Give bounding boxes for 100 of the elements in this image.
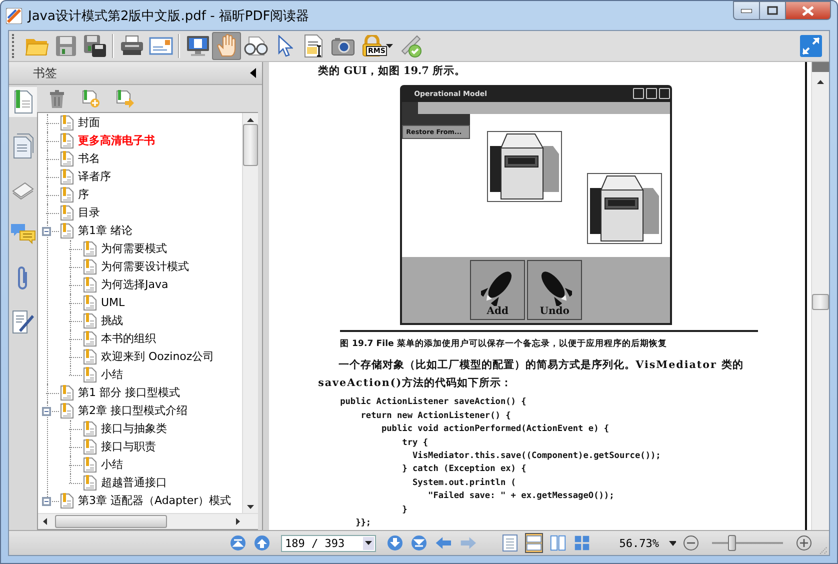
collapse-toggle-icon[interactable] — [42, 407, 51, 416]
bookmark-item[interactable]: 序 — [78, 186, 89, 204]
bookmark-icon — [83, 241, 97, 258]
first-button[interactable] — [229, 533, 247, 554]
bookmark-icon — [60, 205, 74, 222]
first-page-icon — [230, 535, 246, 552]
text-document-icon — [302, 34, 324, 58]
code-line: public ActionListener saveAction() { — [340, 396, 528, 410]
figure-button-label: Add — [486, 306, 508, 318]
vertical-scrollbar[interactable] — [242, 113, 258, 514]
maximize-icon — [767, 6, 778, 15]
bookmark-icon — [60, 493, 74, 510]
scrollbar-thumb[interactable] — [812, 294, 830, 310]
scrollbar-thumb[interactable] — [243, 124, 258, 166]
close-button[interactable] — [786, 1, 831, 20]
panel-title: 书签 — [33, 64, 58, 82]
bookmark-item[interactable]: 小结 — [101, 366, 123, 384]
dropdown-caret-icon[interactable] — [386, 44, 396, 48]
horizontal-scrollbar[interactable] — [38, 513, 258, 530]
bookmark-icon — [60, 133, 74, 150]
bookmark-icon — [60, 115, 74, 132]
bookmark-item[interactable]: 接口与职责 — [101, 438, 156, 456]
collapse-toggle-icon[interactable] — [42, 497, 51, 506]
bookmark-item[interactable]: 本书的组织 — [101, 330, 156, 348]
collapse-toggle-icon[interactable] — [42, 227, 51, 236]
bookmark-item[interactable]: 更多高清电子书 — [78, 132, 155, 150]
single-page-icon — [502, 534, 518, 552]
facing-view-button[interactable] — [549, 533, 568, 554]
bookmark-item[interactable]: 第3章 适配器（Adapter）模式 — [78, 492, 232, 510]
page-number-field[interactable]: 189 / 393 — [281, 534, 376, 552]
arrow-left-icon — [434, 535, 452, 552]
bookmark-item[interactable]: UML — [101, 294, 125, 312]
minimize-button[interactable] — [733, 1, 760, 20]
next-button[interactable] — [386, 533, 404, 554]
figure-button-label: Undo — [540, 306, 570, 318]
vertical-scrollbar[interactable] — [811, 62, 830, 530]
bookmark-item[interactable]: 为何需要设计模式 — [101, 258, 189, 276]
bookmarks-panel-tab[interactable] — [9, 87, 37, 118]
single-view-button[interactable] — [501, 533, 520, 554]
scroll-up-arrow-icon[interactable] — [817, 80, 824, 84]
window-title: Java设计模式第2版中文版.pdf - 福昕PDF阅读器 — [28, 8, 310, 24]
bookmark-item[interactable]: 译者序 — [78, 168, 111, 186]
app-logo-icon — [6, 8, 22, 24]
bookmark-item[interactable]: 第2章 接口型模式介绍 — [78, 402, 188, 420]
zoom-in-button[interactable] — [794, 533, 813, 554]
bookmark-item[interactable]: 为何需要模式 — [101, 240, 167, 258]
collapse-panel-icon[interactable] — [250, 68, 256, 78]
prev-button[interactable] — [253, 533, 271, 554]
expand-icon — [800, 35, 822, 58]
bookmark-item[interactable]: 第1 部分 接口型模式 — [78, 384, 180, 402]
code-line: VisMediator.this.save((Component)e.getSource()); — [411, 450, 662, 464]
bookmark-icon — [83, 457, 97, 474]
pages-icon — [12, 133, 34, 160]
bookmark-icon — [83, 295, 97, 312]
zoom-out-button[interactable] — [682, 533, 700, 554]
bookmark-icon — [83, 331, 97, 348]
code-line: } — [401, 504, 408, 517]
bookmark-icon — [83, 313, 97, 330]
hand-tool-button[interactable] — [212, 32, 241, 60]
bookmark-item[interactable]: 书名 — [78, 150, 100, 168]
continuous-pages-icon — [526, 534, 542, 552]
bookmark-item[interactable]: 欢迎来到 Oozinoz公司 — [101, 348, 214, 366]
code-line: }}; — [354, 517, 372, 530]
bookmark-item[interactable]: 目录 — [78, 204, 100, 222]
bookmark-item[interactable]: 小结 — [101, 456, 123, 474]
scroll-left-arrow-icon[interactable] — [43, 518, 47, 526]
bookmark-item[interactable]: 超越普通接口 — [101, 474, 167, 492]
bookmark-item[interactable]: 封面 — [78, 114, 100, 132]
monitor-icon — [186, 35, 210, 58]
maximize-button[interactable] — [760, 1, 786, 20]
bookmark-item[interactable]: 第1章 绪论 — [78, 222, 132, 240]
last-button[interactable] — [410, 533, 428, 554]
facing-pages-icon — [550, 534, 566, 552]
scrollbar-thumb[interactable] — [55, 515, 167, 528]
bookmark-item[interactable]: 接口与抽象类 — [101, 420, 167, 438]
arrow-up-icon — [254, 535, 270, 552]
bookmark-item[interactable]: 挑战 — [101, 312, 123, 330]
scroll-down-arrow-icon[interactable] — [247, 505, 254, 510]
envelope-icon — [148, 36, 172, 56]
scroll-right-arrow-icon[interactable] — [236, 518, 240, 526]
bookmark-icon — [83, 349, 97, 366]
bookmark-icon — [60, 151, 74, 168]
bookmark-icon — [60, 169, 74, 186]
bookmark-icon — [83, 475, 97, 492]
zoom-slider-thumb[interactable] — [728, 535, 736, 552]
scroll-up-arrow-icon[interactable] — [247, 118, 254, 122]
body-text: 类的 GUI，如图 19.7 所示。 — [318, 64, 467, 80]
bookmark-item[interactable]: 为何选择Java — [101, 276, 168, 294]
bookmark-icon — [60, 385, 74, 402]
continuous-view-button[interactable] — [525, 533, 544, 554]
resize-grip-icon[interactable] — [818, 545, 827, 555]
zoom-percentage[interactable]: 56.73% — [619, 536, 664, 550]
move-bookmark-icon — [116, 90, 134, 108]
delete-bookmark-button[interactable] — [47, 88, 67, 109]
zoom-dropdown-caret-icon[interactable] — [669, 540, 676, 546]
code-line: System.out.println ( — [411, 476, 517, 490]
add-bookmark-button[interactable] — [81, 88, 101, 109]
toolbar-grip[interactable] — [12, 34, 17, 58]
move-bookmark-button[interactable] — [115, 88, 135, 109]
code-line: "Failed save: " + ex.getMessageO()); — [427, 490, 616, 504]
